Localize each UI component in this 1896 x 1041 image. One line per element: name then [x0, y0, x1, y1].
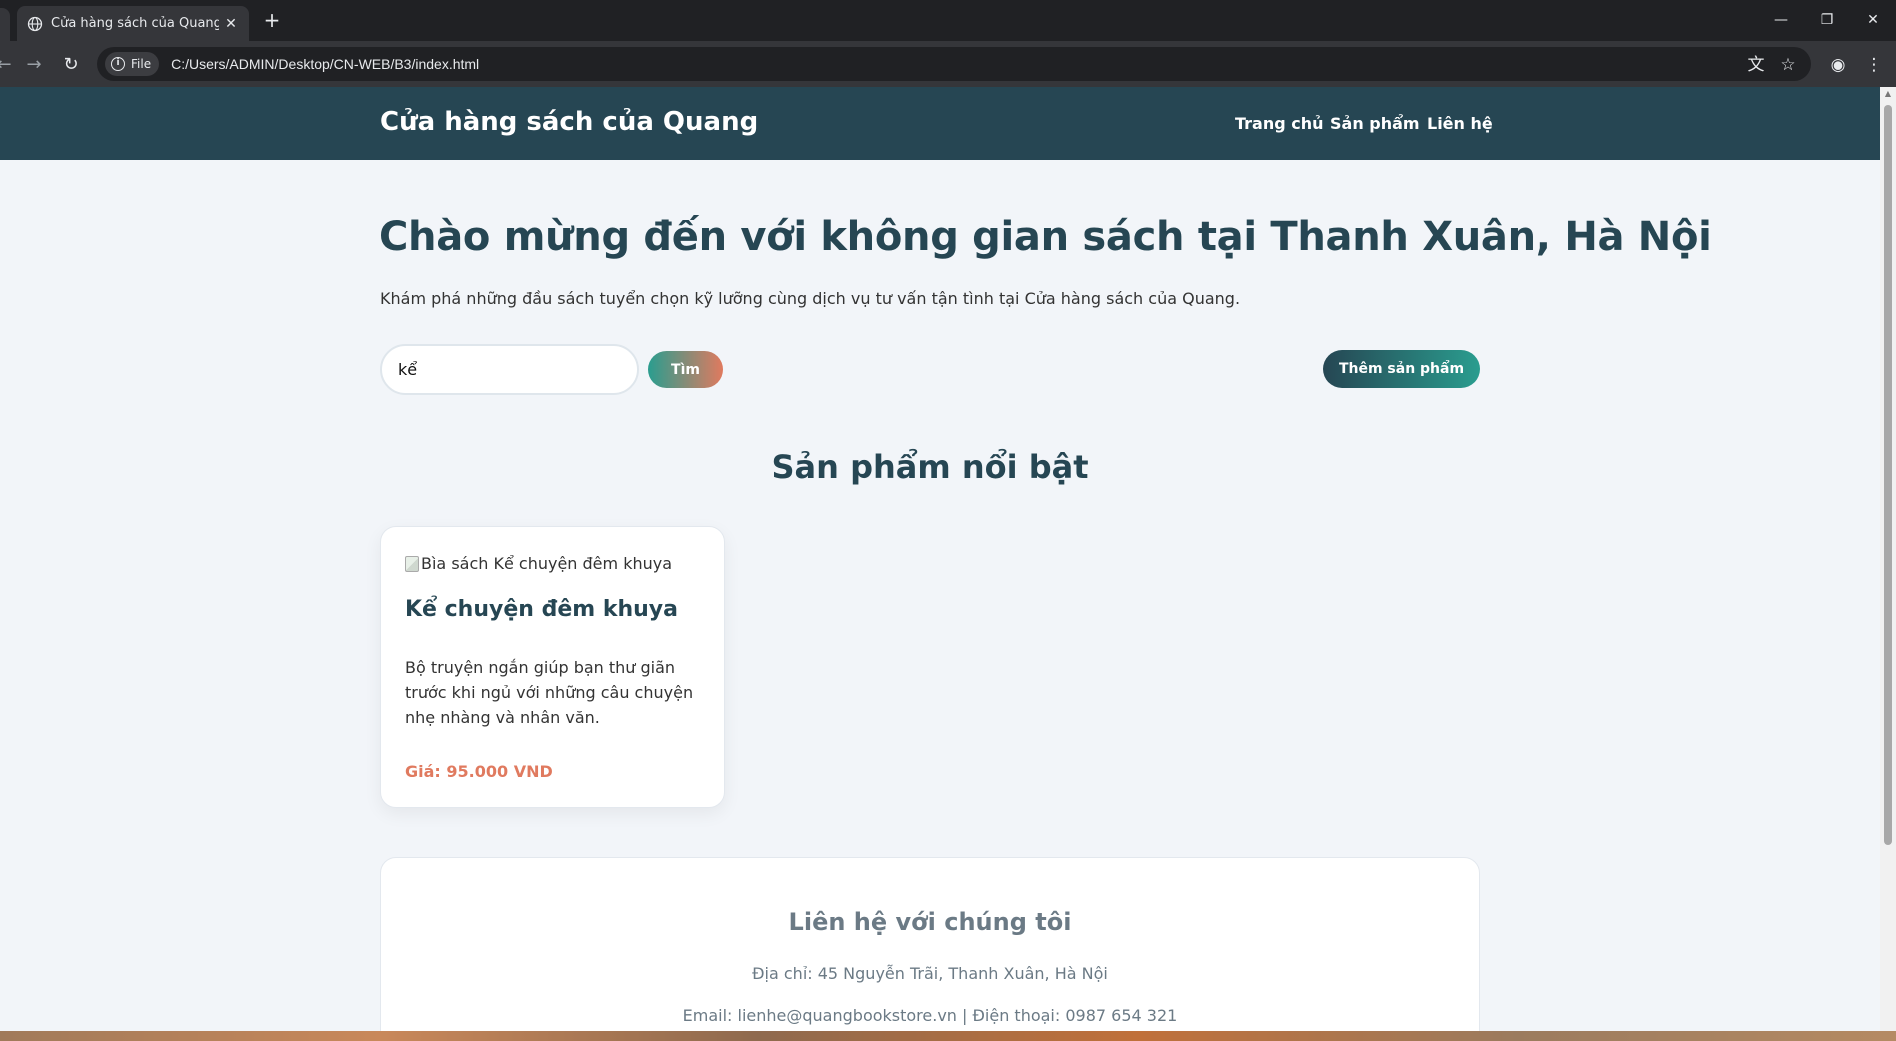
restore-icon[interactable]: ❐: [1804, 6, 1850, 34]
tab-title: Cửa hàng sách của Quang: [51, 16, 219, 31]
desktop-wallpaper: [0, 1031, 1896, 1041]
nav-products[interactable]: Sản phẩm: [1330, 114, 1420, 133]
hero-subtitle: Khám phá những đầu sách tuyển chọn kỹ lư…: [380, 289, 1241, 308]
product-card[interactable]: Bìa sách Kể chuyện đêm khuya Kể chuyện đ…: [380, 526, 725, 808]
product-price: Giá: 95.000 VND: [405, 762, 553, 781]
contact-section: Liên hệ với chúng tôi Địa chỉ: 45 Nguyễn…: [380, 857, 1480, 1041]
contact-email-phone: Email: lienhe@quangbookstore.vn | Điện t…: [682, 1006, 1178, 1025]
nav-home[interactable]: Trang chủ: [1235, 114, 1324, 133]
bookmark-star-icon[interactable]: ☆: [1774, 51, 1802, 79]
featured-section-title: Sản phẩm nổi bật: [771, 448, 1089, 486]
contact-title: Liên hệ với chúng tôi: [788, 908, 1072, 936]
url-text[interactable]: C:/Users/ADMIN/Desktop/CN-WEB/B3/index.h…: [171, 56, 479, 72]
translate-icon[interactable]: 文: [1742, 51, 1770, 79]
add-product-button[interactable]: Thêm sản phẩm: [1323, 350, 1480, 388]
minimize-icon[interactable]: —: [1758, 6, 1804, 34]
info-icon: i: [111, 57, 125, 71]
new-tab-button[interactable]: +: [258, 8, 286, 32]
scrollbar-thumb[interactable]: [1884, 105, 1892, 845]
browser-tab[interactable]: Cửa hàng sách của Quang ✕: [17, 6, 249, 41]
product-image-alt: Bìa sách Kể chuyện đêm khuya: [421, 554, 673, 573]
site-brand[interactable]: Cửa hàng sách của Quang: [380, 107, 758, 137]
profile-icon[interactable]: ◉: [1824, 51, 1852, 79]
site-info-chip[interactable]: i File: [105, 52, 160, 76]
forward-icon[interactable]: →: [20, 51, 48, 79]
back-icon[interactable]: ←: [0, 51, 18, 79]
address-bar[interactable]: i File C:/Users/ADMIN/Desktop/CN-WEB/B3/…: [97, 47, 1811, 81]
site-header: [0, 87, 1880, 160]
product-image: Bìa sách Kể chuyện đêm khuya: [405, 554, 672, 573]
reload-icon[interactable]: ↻: [57, 51, 85, 79]
search-input[interactable]: [380, 344, 639, 395]
close-tab-icon[interactable]: ✕: [219, 16, 243, 32]
close-window-icon[interactable]: ✕: [1850, 6, 1896, 34]
broken-image-icon: [405, 555, 419, 572]
globe-icon: [27, 16, 43, 31]
contact-address: Địa chỉ: 45 Nguyễn Trãi, Thanh Xuân, Hà …: [752, 964, 1108, 983]
previous-tab-edge[interactable]: [0, 8, 10, 41]
site-info-label: File: [131, 57, 152, 71]
browser-tab-bar: Cửa hàng sách của Quang ✕ + — ❐ ✕: [0, 0, 1896, 41]
hero-title: Chào mừng đến với không gian sách tại Th…: [379, 214, 1712, 260]
search-button[interactable]: Tìm: [648, 351, 723, 388]
nav-contact[interactable]: Liên hệ: [1427, 114, 1493, 133]
scroll-up-icon[interactable]: ▲: [1883, 89, 1893, 99]
menu-icon[interactable]: ⋮: [1860, 51, 1888, 79]
product-description: Bộ truyện ngắn giúp bạn thư giãn trước k…: [405, 658, 694, 727]
product-title: Kể chuyện đêm khuya: [405, 597, 678, 622]
